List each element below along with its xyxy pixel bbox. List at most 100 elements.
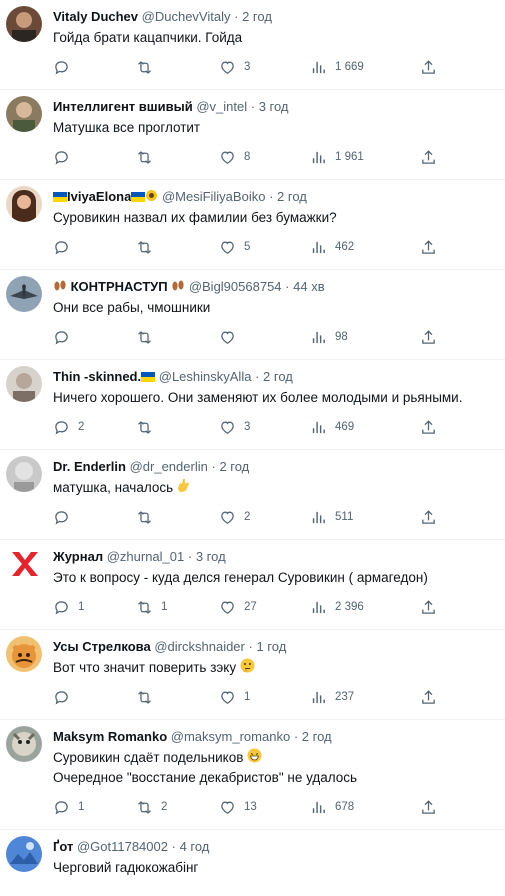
share-button[interactable] [420,238,437,256]
retweet-button[interactable]: 1 [136,598,167,616]
retweet-button[interactable] [136,148,161,166]
share-button[interactable] [420,688,437,706]
like-icon [221,421,234,434]
author-name[interactable]: Maksym Romanko [53,729,167,744]
views-button[interactable]: 469 [310,418,354,436]
share-button[interactable] [420,418,437,436]
avatar[interactable] [6,6,42,42]
reply-item[interactable]: КОНТРНАСТУП @Bigl90568754 · 44 хв Они вс… [0,270,505,360]
author-name[interactable]: Усы Стрелкова [53,639,151,654]
share-button[interactable] [420,58,437,76]
timestamp[interactable]: 3 год [196,549,226,564]
author-handle[interactable]: @MesiFiliyaBoiko [162,189,266,204]
avatar[interactable] [6,456,42,492]
reply-button[interactable] [53,688,78,706]
author-name[interactable]: Dr. Enderlin [53,459,126,474]
reply-item[interactable]: IviyaElona @MesiFiliyaBoiko · 2 год Суро… [0,180,505,270]
author-name[interactable]: Ґот [53,839,73,854]
avatar[interactable] [6,96,42,132]
author-handle[interactable]: @v_intel [196,99,247,114]
timestamp[interactable]: 3 год [259,99,289,114]
retweet-button[interactable] [136,328,161,346]
ukraine-flag-icon [131,190,146,206]
share-button[interactable] [420,328,437,346]
views-button[interactable]: 2 396 [310,598,364,616]
reply-button[interactable] [53,508,78,526]
share-button[interactable] [420,148,437,166]
reply-item[interactable]: Интеллигент вшивый @v_intel · 3 год Мату… [0,90,505,180]
retweet-button[interactable] [136,58,161,76]
timestamp[interactable]: 2 год [219,459,249,474]
retweet-button[interactable] [136,688,161,706]
avatar[interactable] [6,546,42,582]
like-button[interactable]: 2 [219,508,250,526]
author-name[interactable]: Журнал [53,549,103,564]
views-button[interactable]: 1 961 [310,148,364,166]
views-button[interactable]: 237 [310,688,354,706]
reply-item[interactable]: Thin -skinned. @LeshinskyAlla · 2 год Ни… [0,360,505,450]
separator-dot: · [255,369,260,384]
retweet-button[interactable]: 2 [136,798,167,816]
timestamp[interactable]: 4 год [180,839,210,854]
author-handle[interactable]: @dirckshnaider [154,639,245,654]
retweet-button[interactable] [136,508,161,526]
author-handle[interactable]: @Got11784002 [77,839,168,854]
reply-item[interactable]: Maksym Romanko @maksym_romanko · 2 год С… [0,720,505,830]
like-button[interactable]: 8 [219,148,250,166]
reply-button[interactable]: 1 [53,598,84,616]
like-button[interactable]: 27 [219,598,257,616]
view-count: 1 961 [335,151,364,163]
author-name[interactable]: IviyaElona [67,189,131,204]
timestamp[interactable]: 1 год [256,639,286,654]
avatar[interactable] [6,186,42,222]
avatar[interactable] [6,636,42,672]
like-button[interactable]: 3 [219,418,250,436]
reply-item[interactable]: Vitaly Duchev @DuchevVitaly · 2 год Гойд… [0,0,505,90]
like-button[interactable]: 3 [219,58,250,76]
author-name[interactable]: Интеллигент вшивый [53,99,193,114]
share-button[interactable] [420,508,437,526]
avatar[interactable] [6,726,42,762]
reply-item[interactable]: Ґот @Got11784002 · 4 год Черговий гадюко… [0,830,505,896]
reply-item[interactable]: Усы Стрелкова @dirckshnaider · 1 год Вот… [0,630,505,720]
reply-button[interactable] [53,148,78,166]
author-handle[interactable]: @dr_enderlin [130,459,208,474]
timestamp[interactable]: 2 год [263,369,293,384]
views-button[interactable]: 462 [310,238,354,256]
retweet-button[interactable] [136,238,161,256]
reply-item[interactable]: Dr. Enderlin @dr_enderlin · 2 год матушк… [0,450,505,540]
author-handle[interactable]: @Bigl90568754 [189,279,282,294]
avatar[interactable] [6,276,42,312]
author-handle[interactable]: @LeshinskyAlla [159,369,252,384]
timestamp[interactable]: 44 хв [293,279,324,294]
avatar[interactable] [6,366,42,402]
like-button[interactable]: 1 [219,688,250,706]
timestamp[interactable]: 2 год [242,9,272,24]
share-button[interactable] [420,798,437,816]
reply-icon [55,60,68,75]
avatar[interactable] [6,836,42,872]
reply-button[interactable]: 2 [53,418,84,436]
author-name[interactable]: Vitaly Duchev [53,9,138,24]
reply-button[interactable]: 1 [53,798,84,816]
views-button[interactable]: 98 [310,328,348,346]
timestamp[interactable]: 2 год [302,729,332,744]
share-button[interactable] [420,598,437,616]
author-name[interactable]: КОНТРНАСТУП [71,279,168,294]
views-button[interactable]: 511 [310,508,353,526]
like-button[interactable] [219,328,244,346]
timestamp[interactable]: 2 год [277,189,307,204]
views-button[interactable]: 1 669 [310,58,364,76]
author-name[interactable]: Thin -skinned. [53,369,141,384]
author-handle[interactable]: @maksym_romanko [171,729,290,744]
author-handle[interactable]: @DuchevVitaly [142,9,231,24]
reply-button[interactable] [53,58,78,76]
reply-button[interactable] [53,238,78,256]
views-button[interactable]: 678 [310,798,354,816]
like-button[interactable]: 13 [219,798,257,816]
like-button[interactable]: 5 [219,238,250,256]
reply-button[interactable] [53,328,78,346]
author-handle[interactable]: @zhurnal_01 [107,549,185,564]
retweet-button[interactable] [136,418,161,436]
reply-item[interactable]: Журнал @zhurnal_01 · 3 год Это к вопросу… [0,540,505,630]
